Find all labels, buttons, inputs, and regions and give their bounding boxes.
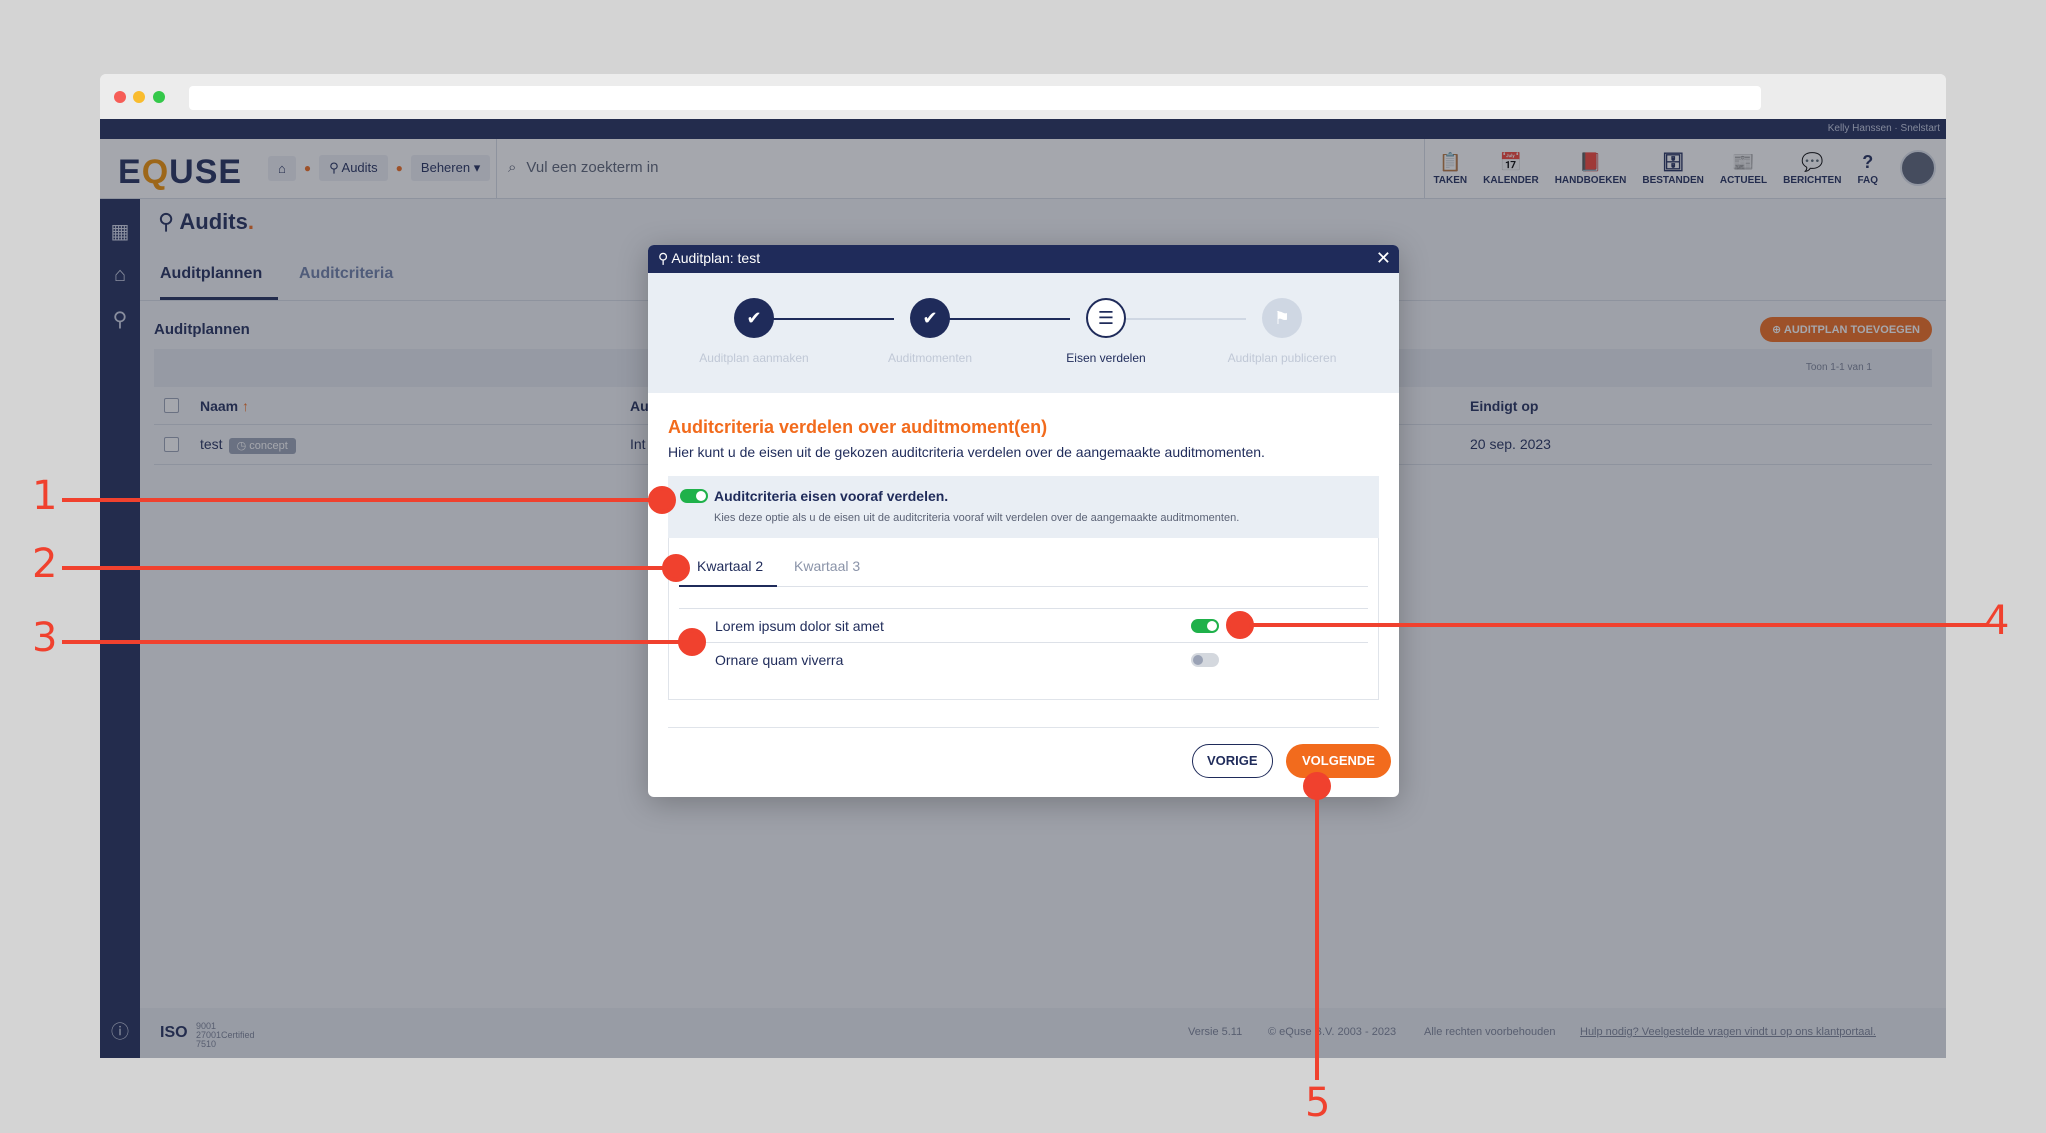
option-title: Auditcriteria eisen vooraf verdelen. — [714, 488, 949, 504]
minimize-window-dot[interactable] — [133, 91, 145, 103]
callout-number-2: 2 — [32, 541, 58, 587]
wizard-stepper: ✔ ✔ ☰ ⚑ Auditplan aanmaken Auditmomenten… — [648, 273, 1399, 393]
requirement-toggle[interactable] — [1191, 653, 1219, 667]
modal-footer: VORIGE VOLGENDE — [668, 727, 1391, 778]
previous-button[interactable]: VORIGE — [1192, 744, 1273, 778]
maximize-window-dot[interactable] — [153, 91, 165, 103]
step-connector — [934, 318, 1070, 320]
step-4-flag-icon[interactable]: ⚑ — [1262, 298, 1302, 338]
requirement-toggle[interactable] — [1191, 619, 1219, 633]
requirement-row: Lorem ipsum dolor sit amet — [679, 608, 1368, 642]
step-1-check-icon[interactable]: ✔ — [734, 298, 774, 338]
tab-divider — [679, 586, 1368, 587]
step-label: Auditmomenten — [887, 351, 973, 365]
toggle-knob — [1193, 655, 1203, 665]
step-label: Auditplan aanmaken — [699, 351, 809, 365]
callout-number-3: 3 — [32, 615, 58, 661]
toggle-knob — [1207, 621, 1217, 631]
step-connector — [758, 318, 894, 320]
distribution-panel: Kwartaal 2 Kwartaal 3 Lorem ipsum dolor … — [668, 538, 1379, 700]
option-description: Kies deze optie als u de eisen uit de au… — [714, 512, 1240, 524]
step-3-list-icon[interactable]: ☰ — [1086, 298, 1126, 338]
stamp-icon: ⚲ — [658, 250, 672, 266]
step-2-check-icon[interactable]: ✔ — [910, 298, 950, 338]
next-button[interactable]: VOLGENDE — [1286, 744, 1391, 778]
distribute-toggle[interactable] — [680, 489, 708, 503]
active-tab-indicator — [679, 585, 777, 587]
close-icon[interactable]: ✕ — [1376, 248, 1391, 269]
auditplan-modal: ⚲ Auditplan: test ✕ ✔ ✔ ☰ ⚑ Auditplan aa… — [648, 245, 1399, 797]
modal-header: ⚲ Auditplan: test ✕ — [648, 245, 1399, 273]
modal-title: Auditplan: test — [671, 250, 761, 266]
modal-heading: Auditcriteria verdelen over auditmoment(… — [668, 417, 1048, 437]
modal-body: Auditcriteria verdelen over auditmoment(… — [648, 393, 1399, 700]
callout-number-4: 4 — [1984, 598, 2010, 644]
tab-kwartaal-3[interactable]: Kwartaal 3 — [794, 558, 860, 574]
modal-subheading: Hier kunt u de eisen uit de gekozen audi… — [668, 444, 1265, 460]
browser-toolbar — [100, 74, 1946, 119]
step-label: Auditplan publiceren — [1227, 351, 1337, 365]
requirement-label: Lorem ipsum dolor sit amet — [715, 618, 884, 634]
step-label: Eisen verdelen — [1066, 351, 1146, 365]
toggle-knob — [696, 491, 706, 501]
distribute-option: Auditcriteria eisen vooraf verdelen. Kie… — [668, 476, 1379, 538]
requirement-row: Ornare quam viverra — [679, 642, 1368, 676]
address-bar[interactable] — [189, 86, 1761, 110]
close-window-dot[interactable] — [114, 91, 126, 103]
tab-kwartaal-2[interactable]: Kwartaal 2 — [697, 558, 763, 574]
requirement-label: Ornare quam viverra — [715, 652, 844, 668]
callout-number-5: 5 — [1305, 1080, 1331, 1126]
callout-number-1: 1 — [32, 473, 58, 519]
step-connector — [1110, 318, 1246, 320]
